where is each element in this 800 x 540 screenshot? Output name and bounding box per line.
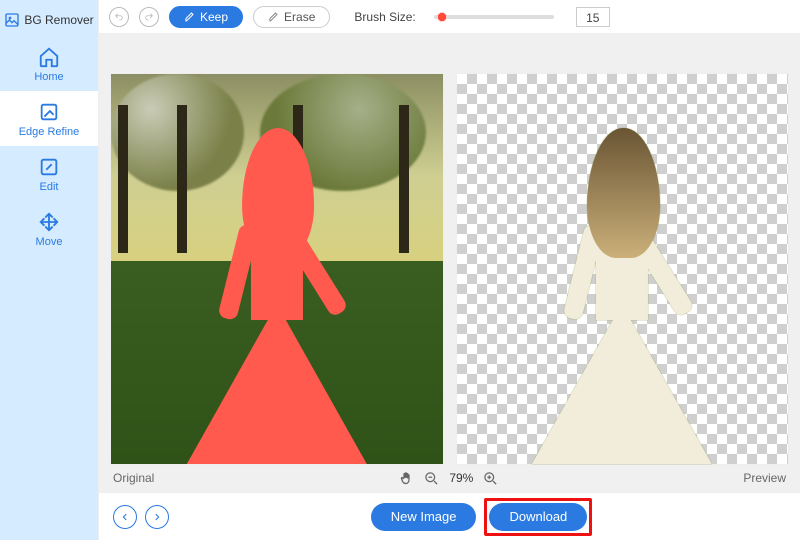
- redo-button[interactable]: [139, 7, 159, 27]
- keep-button[interactable]: Keep: [169, 6, 243, 28]
- brush-size-value[interactable]: 15: [576, 7, 610, 27]
- chevron-left-icon: [120, 512, 130, 522]
- edit-icon: [38, 156, 60, 178]
- cutout-image: [536, 121, 708, 464]
- chevron-right-icon: [152, 512, 162, 522]
- sidebar-item-edit[interactable]: Edit: [0, 146, 98, 201]
- canvas-area: [99, 34, 800, 464]
- sidebar-item-label: Edge Refine: [19, 126, 80, 138]
- redo-icon: [144, 12, 154, 22]
- brand-name: BG Remover: [24, 13, 93, 27]
- erase-button[interactable]: Erase: [253, 6, 330, 28]
- brand: BG Remover: [4, 8, 93, 36]
- move-icon: [38, 211, 60, 233]
- preview-label: Preview: [743, 471, 786, 485]
- slider-track: [434, 15, 554, 19]
- download-button[interactable]: Download: [489, 503, 587, 531]
- bottom-bar: New Image Download: [99, 492, 800, 540]
- zoom-out-icon[interactable]: [424, 471, 439, 486]
- pan-hand-icon[interactable]: [399, 471, 414, 486]
- eraser-icon: [268, 11, 280, 23]
- erase-label: Erase: [284, 10, 315, 24]
- sidebar: BG Remover Home Edge Refine Edit Move: [0, 0, 98, 540]
- download-highlight: Download: [484, 498, 592, 536]
- sidebar-item-label: Move: [36, 236, 63, 248]
- next-image-button[interactable]: [145, 505, 169, 529]
- sidebar-item-label: Edit: [40, 181, 59, 193]
- main: Keep Erase Brush Size: 15: [98, 0, 800, 540]
- zoom-controls: 79%: [399, 471, 498, 486]
- undo-button[interactable]: [109, 7, 129, 27]
- undo-icon: [114, 12, 124, 22]
- toolbar: Keep Erase Brush Size: 15: [99, 0, 800, 34]
- zoom-bar: Original 79% Preview: [99, 464, 800, 492]
- sidebar-item-edge-refine[interactable]: Edge Refine: [0, 91, 98, 146]
- original-label: Original: [113, 471, 154, 485]
- sidebar-item-home[interactable]: Home: [0, 36, 98, 91]
- sidebar-item-move[interactable]: Move: [0, 201, 98, 256]
- new-image-button[interactable]: New Image: [371, 503, 477, 531]
- original-panel[interactable]: [111, 74, 443, 464]
- app-logo-icon: [4, 12, 20, 28]
- slider-thumb[interactable]: [437, 12, 447, 22]
- zoom-in-icon[interactable]: [483, 471, 498, 486]
- sidebar-item-label: Home: [34, 71, 63, 83]
- brush-icon: [184, 11, 196, 23]
- original-image: [111, 74, 443, 464]
- zoom-value: 79%: [449, 471, 473, 485]
- prev-image-button[interactable]: [113, 505, 137, 529]
- home-icon: [38, 46, 60, 68]
- brush-size-slider[interactable]: [434, 15, 554, 19]
- keep-label: Keep: [200, 10, 228, 24]
- edge-refine-icon: [38, 101, 60, 123]
- preview-panel[interactable]: [457, 74, 789, 464]
- brush-size-label: Brush Size:: [354, 10, 415, 24]
